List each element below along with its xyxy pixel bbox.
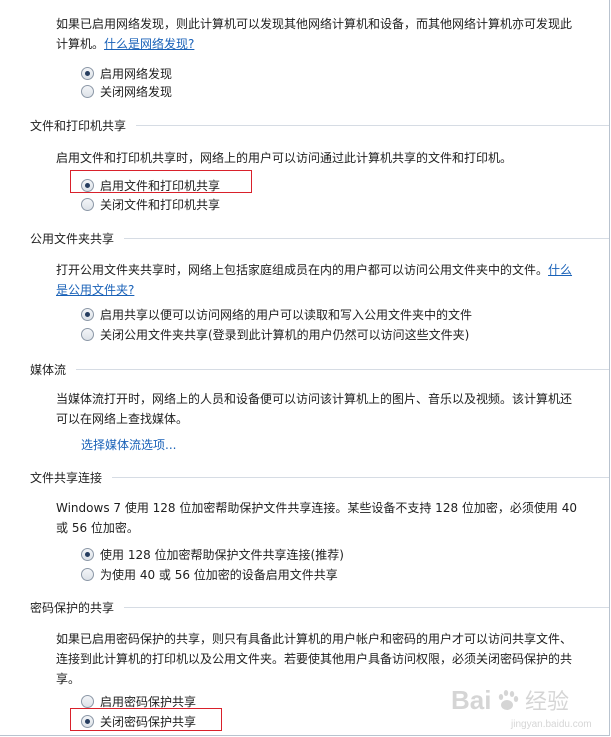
connection-description: Windows 7 使用 128 位加密帮助保护文件共享连接。某些设备不支持 1… <box>56 498 601 538</box>
what-is-public-folder-link[interactable]: 什么 <box>548 263 572 277</box>
choose-media-streaming-options-link[interactable]: 选择媒体流选项... <box>81 436 176 453</box>
public-desc-text: 打开公用文件夹共享时，网络上包括家庭组成员在内的用户都可以访问公用文件夹中的文件… <box>56 263 549 277</box>
watermark-brand: Bai <box>451 685 491 715</box>
public-desc-line2: 是公用文件夹? <box>56 280 596 300</box>
section-title: 密码保护的共享 <box>30 600 115 615</box>
settings-panel: 如果已启用网络发现，则此计算机可以发现其他网络计算机和设备，而其他网络计算机亦可… <box>0 0 610 736</box>
watermark-url: jingyan.baidu.com <box>510 719 592 730</box>
section-divider <box>112 476 609 478</box>
radio-disable-file-printer-sharing[interactable]: 关闭文件和打印机共享 <box>81 196 220 213</box>
watermark-brand2: 经验 <box>525 690 569 715</box>
radio-label: 关闭公用文件夹共享(登录到此计算机的用户仍然可以访问这些文件夹) <box>100 328 470 342</box>
public-desc-line1: 打开公用文件夹共享时，网络上包括家庭组成员在内的用户都可以访问公用文件夹中的文件… <box>56 260 596 280</box>
radio-checked-icon[interactable] <box>81 715 94 728</box>
radio-label: 启用文件和打印机共享 <box>100 179 221 193</box>
printer-description: 启用文件和打印机共享时，网络上的用户可以访问通过此计算机共享的文件和打印机。 <box>56 151 513 165</box>
connection-desc-line1: Windows 7 使用 128 位加密帮助保护文件共享连接。某些设备不支持 1… <box>56 501 577 515</box>
section-divider <box>136 124 609 126</box>
radio-checked-icon[interactable] <box>81 67 94 80</box>
discovery-desc-line2: 计算机。什么是网络发现? <box>56 34 596 54</box>
radio-enable-file-printer-sharing[interactable]: 启用文件和打印机共享 <box>81 177 220 194</box>
radio-disable-password-protection[interactable]: 关闭密码保护共享 <box>81 713 196 730</box>
discovery-description: 如果已启用网络发现，则此计算机可以发现其他网络计算机和设备，而其他网络计算机亦可… <box>56 14 596 54</box>
section-title: 文件和打印机共享 <box>30 118 127 133</box>
discovery-desc-line1: 如果已启用网络发现，则此计算机可以发现其他网络计算机和设备，而其他网络计算机亦可… <box>56 17 573 31</box>
connection-desc-line2: 或 56 位加密。 <box>56 521 139 535</box>
radio-label: 关闭网络发现 <box>100 85 173 99</box>
media-description: 当媒体流打开时，网络上的人员和设备便可以访问该计算机上的图片、音乐以及视频。该计… <box>56 389 601 429</box>
section-header-media-streaming: 媒体流 <box>30 361 609 377</box>
section-header-file-printer-sharing: 文件和打印机共享 <box>30 117 609 133</box>
paw-icon: Bai 经验 jingyan.baidu.com <box>451 685 592 730</box>
radio-use-128-bit-encryption[interactable]: 使用 128 位加密帮助保护文件共享连接(推荐) <box>81 546 344 563</box>
discovery-desc-tail: 计算机。 <box>56 37 105 51</box>
section-title: 公用文件夹共享 <box>30 231 115 246</box>
section-title: 文件共享连接 <box>30 470 103 485</box>
radio-checked-icon[interactable] <box>81 548 94 561</box>
radio-enable-public-sharing[interactable]: 启用共享以便可以访问网络的用户可以读取和写入公用文件夹中的文件 <box>81 306 472 323</box>
password-desc-line1: 如果已启用密码保护的共享，则只有具备此计算机的用户帐户和密码的用户才可以访问共享… <box>56 632 573 646</box>
public-description: 打开公用文件夹共享时，网络上包括家庭组成员在内的用户都可以访问公用文件夹中的文件… <box>56 260 596 300</box>
radio-enable-40-56-bit[interactable]: 为使用 40 或 56 位加密的设备启用文件共享 <box>81 566 338 583</box>
radio-label: 关闭密码保护共享 <box>100 715 197 729</box>
baidu-watermark-logo: Bai 经验 jingyan.baidu.com <box>451 679 601 731</box>
radio-label: 使用 128 位加密帮助保护文件共享连接(推荐) <box>100 548 344 562</box>
radio-label: 为使用 40 或 56 位加密的设备启用文件共享 <box>100 568 338 582</box>
radio-checked-icon[interactable] <box>81 179 94 192</box>
radio-disable-public-sharing[interactable]: 关闭公用文件夹共享(登录到此计算机的用户仍然可以访问这些文件夹) <box>81 326 469 343</box>
radio-unchecked-icon[interactable] <box>81 695 94 708</box>
radio-unchecked-icon[interactable] <box>81 568 94 581</box>
section-header-public-folder-sharing: 公用文件夹共享 <box>30 230 609 246</box>
media-desc-line1: 当媒体流打开时，网络上的人员和设备便可以访问该计算机上的图片、音乐以及视频。该计… <box>56 392 573 406</box>
section-divider <box>76 368 609 370</box>
section-divider <box>124 237 609 239</box>
radio-unchecked-icon[interactable] <box>81 198 94 211</box>
password-desc-line2: 连接到此计算机的打印机以及公用文件夹。若要使其他用户具备访问权限，必须关闭密码保… <box>56 652 573 666</box>
section-header-file-sharing-connections: 文件共享连接 <box>30 469 609 485</box>
radio-label: 关闭文件和打印机共享 <box>100 198 221 212</box>
section-header-password-protected-sharing: 密码保护的共享 <box>30 599 609 615</box>
section-divider <box>124 606 609 608</box>
radio-disable-network-discovery[interactable]: 关闭网络发现 <box>81 83 172 100</box>
radio-checked-icon[interactable] <box>81 308 94 321</box>
radio-label: 启用共享以便可以访问网络的用户可以读取和写入公用文件夹中的文件 <box>100 308 473 322</box>
media-desc-line2: 可以在网络上查找媒体。 <box>56 412 189 426</box>
what-is-network-discovery-link[interactable]: 什么是网络发现? <box>104 37 194 51</box>
what-is-public-folder-link-cont[interactable]: 是公用文件夹? <box>56 283 134 297</box>
paw-print <box>498 690 519 710</box>
radio-enable-network-discovery[interactable]: 启用网络发现 <box>81 65 172 82</box>
radio-unchecked-icon[interactable] <box>81 85 94 98</box>
section-title: 媒体流 <box>30 362 67 377</box>
radio-label: 启用网络发现 <box>100 67 173 81</box>
radio-unchecked-icon[interactable] <box>81 328 94 341</box>
